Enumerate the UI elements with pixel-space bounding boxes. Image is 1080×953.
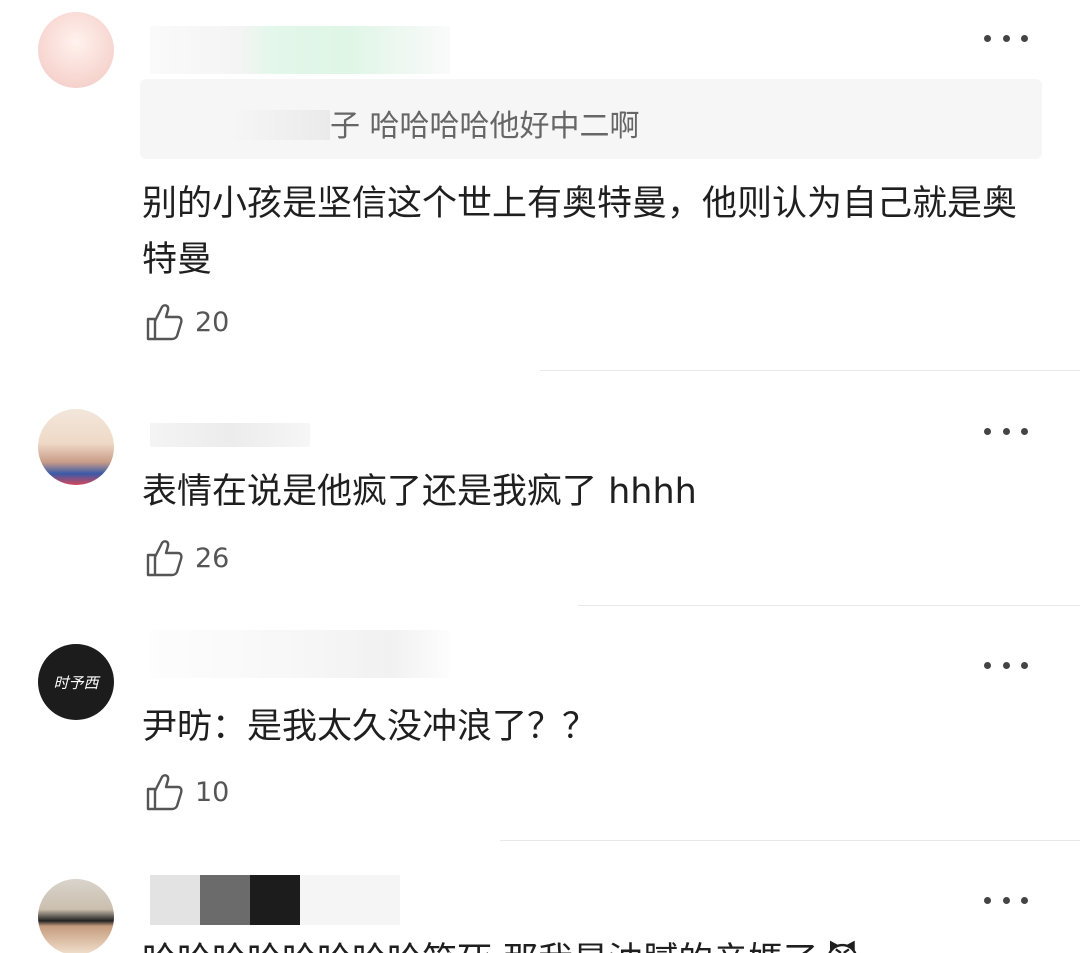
like-button[interactable]: 26 <box>145 538 229 578</box>
quote-content: 子 哈哈哈哈他好中二啊 <box>330 109 640 144</box>
like-count: 10 <box>195 776 230 808</box>
comment-text: 表情在说是他疯了还是我疯了 hhhh <box>142 472 697 512</box>
username-blurred[interactable] <box>150 875 400 925</box>
like-count: 26 <box>195 542 230 574</box>
username-blurred[interactable] <box>150 423 310 447</box>
more-options-icon[interactable] <box>984 658 1028 672</box>
quoted-reply-text: 子 哈哈哈哈他好中二啊 <box>230 101 640 145</box>
comment-text-row: 哈哈哈哈哈哈哈哈笑死 那我是油腻的亲媽了 😈 <box>142 933 861 953</box>
devil-emoji: 😈 <box>824 941 861 953</box>
avatar[interactable]: 时予西 <box>38 644 114 720</box>
avatar-text: 时予西 <box>53 673 99 692</box>
avatar[interactable] <box>38 879 114 953</box>
comment-item: 子 哈哈哈哈他好中二啊 别的小孩是坚信这个世上有奥特曼，他则认为自己就是奥特曼 … <box>0 0 1080 370</box>
avatar[interactable] <box>38 12 114 88</box>
comment-item: 哈哈哈哈哈哈哈哈笑死 那我是油腻的亲媽了 😈 <box>0 841 1080 953</box>
comment-item: 时予西 尹昉：是我太久没冲浪了？？ 10 <box>0 606 1080 840</box>
like-button[interactable]: 20 <box>145 302 229 342</box>
more-options-icon[interactable] <box>984 424 1028 438</box>
thumbs-up-icon <box>146 774 183 811</box>
comment-text: 别的小孩是坚信这个世上有奥特曼，他则认为自己就是奥特曼 <box>142 184 1018 280</box>
username-blurred[interactable] <box>150 26 450 74</box>
like-button[interactable]: 10 <box>145 772 229 812</box>
username-blurred[interactable] <box>150 630 450 678</box>
quoted-username-blurred <box>230 110 330 140</box>
like-count: 20 <box>195 306 230 338</box>
more-options-icon[interactable] <box>984 31 1028 45</box>
more-options-icon[interactable] <box>984 893 1028 907</box>
comment-item: 表情在说是他疯了还是我疯了 hhhh 26 <box>0 371 1080 605</box>
thumbs-up-icon <box>146 540 183 577</box>
comment-text: 尹昉：是我太久没冲浪了？？ <box>142 707 598 747</box>
avatar[interactable] <box>38 409 114 485</box>
thumbs-up-icon <box>146 304 183 341</box>
comment-text: 哈哈哈哈哈哈哈哈笑死 那我是油腻的亲媽了 <box>142 941 818 953</box>
